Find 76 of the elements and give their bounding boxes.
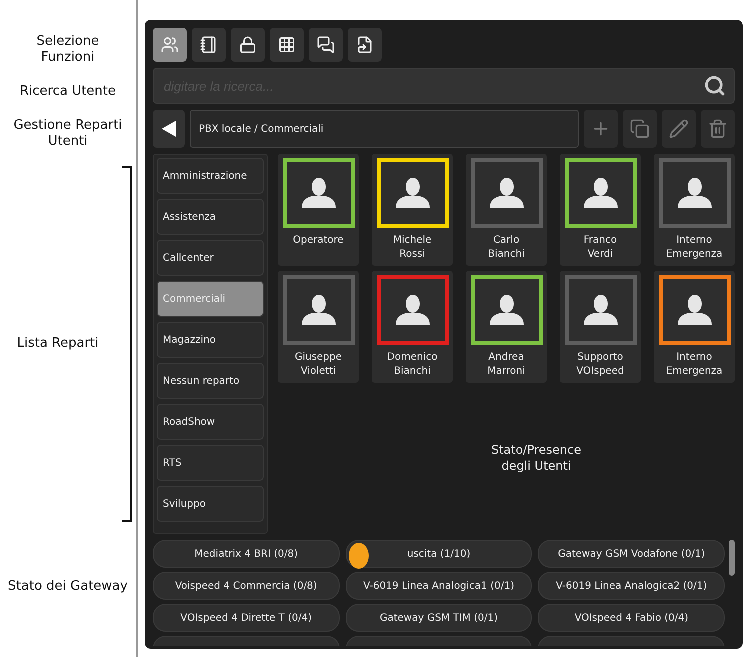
gateway-status[interactable]: V-6019 Linea Analogica1 (0/1) <box>346 572 532 600</box>
back-arrow-icon <box>162 121 176 137</box>
grid-icon <box>278 36 296 54</box>
department-item[interactable]: Magazzino <box>157 322 264 358</box>
pencil-icon <box>669 119 689 139</box>
department-item[interactable]: Callcenter <box>157 240 264 276</box>
gateway-status[interactable]: Mediatrix 4 BRI (0/8) <box>153 540 340 568</box>
annotation-label: Stato/Presence degli Utenti <box>490 442 583 474</box>
user-silhouette-icon <box>676 178 714 208</box>
gateway-status[interactable]: Gateway GSM Vodafone (0/1) <box>538 540 725 568</box>
user-tile[interactable]: Interno Emergenza <box>654 154 735 266</box>
breadcrumb-path: PBX locale / Commerciali <box>190 110 579 148</box>
annotation-label: Ricerca Utente <box>18 84 118 100</box>
notebook-icon <box>200 36 218 54</box>
user-name: Operatore <box>293 234 344 248</box>
function-tab[interactable] <box>309 28 343 62</box>
user-name: Franco Verdi <box>584 234 618 262</box>
chat-icon <box>317 36 335 54</box>
edit-button[interactable] <box>662 110 696 148</box>
annotation-label: Stato dei Gateway <box>8 578 128 596</box>
user-name: Supporto VOIspeed <box>576 351 624 379</box>
annotation-label: Gestione Reparti Utenti <box>12 118 124 150</box>
user-name: Michele Rossi <box>393 234 432 262</box>
gateway-status[interactable]: VOIspeed 4 Fabio (0/4) <box>538 604 725 632</box>
user-silhouette-icon <box>300 178 338 208</box>
user-silhouette-icon <box>394 295 432 325</box>
user-silhouette-icon <box>300 295 338 325</box>
trash-icon <box>708 119 728 139</box>
function-tab[interactable] <box>192 28 226 62</box>
department-item[interactable]: Nessun reparto <box>157 363 264 399</box>
user-name: Interno Emergenza <box>666 234 723 262</box>
gateway-status[interactable]: uscita (1/10) <box>346 540 532 568</box>
user-tile[interactable]: Supporto VOIspeed <box>560 271 641 383</box>
gateway-status[interactable]: Voispeed 4 Commercia (0/8) <box>153 572 340 600</box>
user-name: Interno Emergenza <box>666 351 723 379</box>
function-tab[interactable] <box>348 28 382 62</box>
user-silhouette-icon <box>582 178 620 208</box>
function-tab[interactable] <box>270 28 304 62</box>
delete-button[interactable] <box>701 110 735 148</box>
search-icon <box>704 75 726 97</box>
lock-icon <box>239 36 257 54</box>
gateway-status[interactable]: V-6019 Linea Analogica2 (0/1) <box>538 572 725 600</box>
user-name: Carlo Bianchi <box>488 234 525 262</box>
user-name: Andrea Marroni <box>488 351 526 379</box>
user-tile[interactable]: Interno Emergenza <box>654 271 735 383</box>
scrollbar[interactable] <box>729 540 735 576</box>
back-button[interactable] <box>153 110 185 148</box>
annotation-label: Selezione Funzioni <box>36 34 100 66</box>
user-tile[interactable]: Michele Rossi <box>372 154 453 266</box>
user-tile[interactable]: Giuseppe Violetti <box>278 271 359 383</box>
department-item[interactable]: RTS <box>157 445 264 481</box>
user-tile[interactable]: Andrea Marroni <box>466 271 547 383</box>
user-silhouette-icon <box>676 295 714 325</box>
user-name: Giuseppe Violetti <box>294 351 342 379</box>
users-icon <box>161 36 179 54</box>
department-item[interactable]: Sviluppo <box>157 486 264 522</box>
copy-button[interactable] <box>623 110 657 148</box>
add-button[interactable] <box>584 110 618 148</box>
user-silhouette-icon <box>582 295 620 325</box>
gateway-status[interactable]: VOIspeed 4 Dirette T (0/4) <box>153 604 340 632</box>
user-silhouette-icon <box>488 178 526 208</box>
department-item[interactable]: Amministrazione <box>157 158 264 194</box>
department-item[interactable]: RoadShow <box>157 404 264 440</box>
user-tile[interactable]: Franco Verdi <box>560 154 641 266</box>
user-tile[interactable]: Carlo Bianchi <box>466 154 547 266</box>
department-item[interactable]: Assistenza <box>157 199 264 235</box>
user-silhouette-icon <box>394 178 432 208</box>
document-arrow-icon <box>356 36 374 54</box>
annotation-label: Lista Reparti <box>16 336 100 352</box>
user-name: Domenico Bianchi <box>387 351 438 379</box>
user-tile[interactable]: Domenico Bianchi <box>372 271 453 383</box>
user-tile[interactable]: Operatore <box>278 154 359 266</box>
gateway-status[interactable]: Gateway GSM TIM (0/1) <box>346 604 532 632</box>
copy-icon <box>630 119 650 139</box>
user-silhouette-icon <box>488 295 526 325</box>
function-tab[interactable] <box>231 28 265 62</box>
